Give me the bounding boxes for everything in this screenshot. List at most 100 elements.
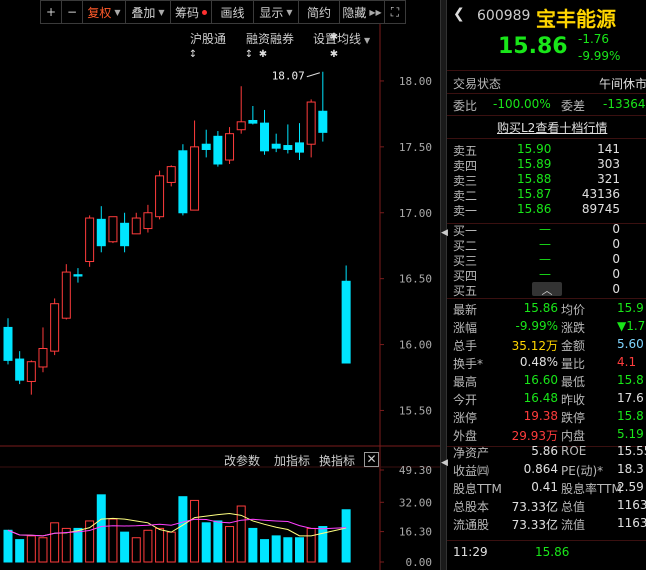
candle-body (120, 222, 130, 247)
stat-label: 均价 (561, 303, 586, 317)
stat-value: 0.48% (519, 355, 558, 369)
fundamental-value: 0.864 (523, 462, 558, 476)
volume-bar (96, 494, 106, 563)
ask-row[interactable]: 卖一 15.86 89745 (447, 202, 646, 220)
candle-body (178, 150, 188, 214)
stat-value: 5.60 (617, 337, 644, 351)
fundamental-label: 净资产 (453, 446, 490, 460)
volume-bar (38, 537, 48, 563)
candle-body (295, 142, 304, 153)
candle-body (108, 216, 118, 243)
stat-value: -9.99% (515, 319, 558, 333)
price-tick-label: 17.50 (399, 141, 432, 154)
candle-body (248, 119, 258, 124)
fundamental-label: 总值 (561, 500, 586, 514)
ask-price: 15.88 (517, 172, 552, 186)
event-marker-icon: ↕ (189, 49, 197, 60)
bid-volume: 0 (612, 237, 620, 251)
panel-splitter[interactable]: ◀ ◀ (440, 0, 448, 570)
volume-bar (3, 529, 13, 563)
volume-bar (131, 537, 141, 563)
back-chevron-icon[interactable]: ❮ (453, 6, 465, 22)
high-annotation-label: 18.07 (272, 70, 305, 83)
stat-value: 15.86 (523, 301, 558, 315)
fundamental-label: 流值 (561, 518, 586, 532)
volume-bar (155, 527, 165, 563)
jiazhibiao-link[interactable]: 加指标 (274, 452, 310, 469)
candle-body (96, 218, 106, 247)
stat-label: 涨幅 (453, 321, 478, 335)
stat-row: 最高 16.60 最低 15.8 (447, 373, 646, 391)
stat-label: 昨收 (561, 393, 586, 407)
candle-body (26, 361, 36, 382)
fundamental-value: 73.33亿 (511, 500, 558, 514)
stat-value: 29.93万 (511, 429, 558, 443)
candle-body (38, 348, 48, 368)
volume-bar (26, 535, 36, 563)
volume-tick-label: 0.00 (406, 556, 433, 569)
candle-body (61, 271, 71, 319)
stat-label: 涨跌 (561, 321, 586, 335)
candle-body (166, 166, 176, 183)
volume-bar (120, 531, 130, 563)
volume-bar (166, 531, 176, 563)
fundamental-row: 净资产 5.86ROE 15.55 (447, 444, 646, 462)
buy-l2-link[interactable]: 购买L2查看十档行情 (497, 119, 607, 136)
candle-body (260, 122, 270, 152)
fundamental-value: 0.41 (531, 480, 558, 494)
volume-bar (190, 499, 200, 563)
volume-tick-label: 16.30 (399, 526, 432, 539)
fundamental-value: 2.59 (617, 480, 644, 494)
close-indicator-button[interactable]: ✕ (364, 452, 379, 467)
fundamental-row: 总股本 73.33亿 总值 1163 (447, 498, 646, 516)
fundamental-value: 1163 (617, 498, 646, 512)
price-tick-label: 17.00 (399, 207, 432, 220)
collapse-book-button[interactable]: ︿ (532, 282, 562, 297)
stock-name: 宝丰能源 (536, 7, 616, 31)
volume-bar (143, 529, 153, 563)
event-marker-icon: ✱ (259, 49, 267, 60)
ask-price: 15.90 (517, 142, 552, 156)
stat-value: 16.48 (523, 391, 558, 405)
fundamental-label: 股息TTM (453, 482, 502, 496)
volume-bar (248, 527, 258, 563)
price-change: -1.76 (578, 32, 610, 46)
fundamental-value: 18.3 (617, 462, 644, 476)
candle-body (190, 146, 200, 211)
candle-body (15, 358, 25, 381)
gaicanshu-link[interactable]: 改参数 (224, 452, 260, 469)
stat-label: 金额 (561, 339, 586, 353)
volume-bar (213, 520, 223, 563)
stat-row: 今开 16.48 昨收 17.6 (447, 391, 646, 409)
volume-tick-label: 49.30 (399, 464, 432, 477)
stat-value: 4.1 (617, 355, 637, 369)
stat-value: 35.12万 (511, 339, 558, 353)
candle-body (306, 101, 316, 145)
close-icon: ✕ (366, 452, 377, 466)
stat-value: 19.38 (523, 409, 558, 423)
bid-price: — (539, 267, 551, 281)
candle-body (318, 110, 328, 133)
volume-tick-label: 32.00 (399, 496, 432, 509)
bid-volume: 0 (612, 222, 620, 236)
fundamental-value: 5.86 (531, 444, 558, 458)
chevron-up-icon: ︿ (541, 284, 553, 297)
volume-bar (318, 526, 328, 563)
candle-body (131, 217, 141, 235)
bid-volume: 0 (612, 252, 620, 266)
stat-label: 跌停 (561, 411, 586, 425)
volume-bar (178, 496, 188, 563)
fundamental-label: PE(动)* (561, 464, 604, 478)
huanzhibiao-link[interactable]: 换指标 (319, 452, 355, 469)
price-tick-label: 16.50 (399, 273, 432, 286)
bid-price: — (539, 252, 551, 266)
ask-price: 15.87 (517, 187, 552, 201)
volume-bar (73, 527, 83, 563)
candle-body (341, 280, 351, 364)
volume-bar (283, 537, 293, 563)
price-tick-label: 16.00 (399, 339, 432, 352)
candle-body (225, 133, 235, 161)
high-annotation-line (306, 72, 320, 78)
bid-price: — (539, 237, 551, 251)
candle-body (85, 217, 95, 263)
